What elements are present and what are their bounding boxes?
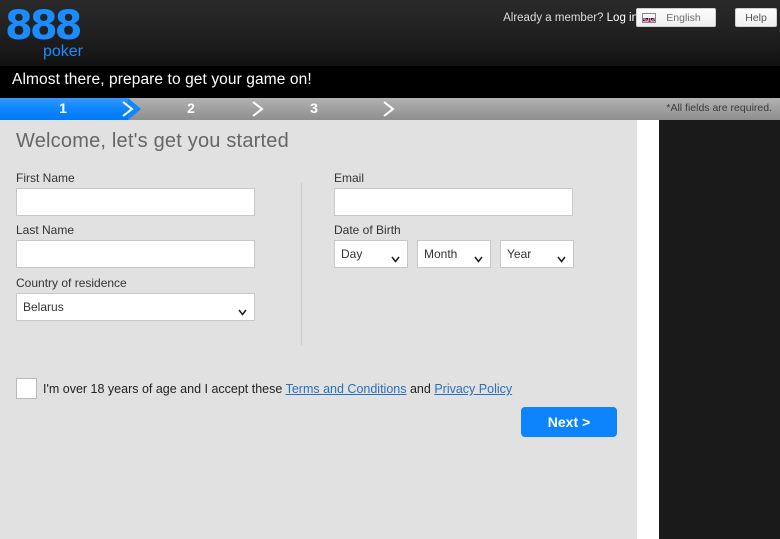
- terms-text-between: and: [409, 382, 431, 396]
- member-prompt-label: Already a member?: [503, 12, 604, 24]
- step-3-number[interactable]: 3: [302, 100, 326, 116]
- privacy-policy-link[interactable]: Privacy Policy: [434, 382, 512, 396]
- step-2-number[interactable]: 2: [179, 100, 203, 116]
- dob-year-select[interactable]: Year: [500, 240, 574, 268]
- dob-day-wrap: Day: [334, 240, 408, 268]
- progress-step-bar: 1 2 3 *All fields are required.: [0, 98, 780, 120]
- panel-gap: [637, 120, 659, 539]
- terms-text-before: I'm over 18 years of age and I accept th…: [43, 382, 283, 396]
- form-panel: [0, 120, 637, 539]
- language-label: English: [666, 11, 701, 24]
- last-name-label: Last Name: [16, 223, 75, 237]
- dob-month-wrap: Month: [417, 240, 491, 268]
- member-prompt: Already a member? Log in: [503, 10, 638, 26]
- first-name-label: First Name: [16, 171, 75, 185]
- brand-logo[interactable]: 888 poker: [5, 6, 85, 64]
- signup-page: 888 poker Already a member? Log in Engli…: [0, 0, 780, 539]
- email-input[interactable]: [334, 188, 573, 216]
- logo-888-text: 888: [5, 3, 83, 49]
- terms-acceptance-text: I'm over 18 years of age and I accept th…: [43, 382, 512, 396]
- email-label: Email: [334, 171, 365, 185]
- step-1-number[interactable]: 1: [51, 100, 75, 116]
- dob-day-select[interactable]: Day: [334, 240, 408, 268]
- column-divider: [301, 183, 302, 345]
- dob-month-select[interactable]: Month: [417, 240, 491, 268]
- next-button[interactable]: Next >: [521, 407, 617, 437]
- last-name-input[interactable]: [16, 240, 255, 268]
- site-header: 888 poker Already a member? Log in Engli…: [0, 0, 780, 66]
- promo-banner: Almost there, prepare to get your game o…: [0, 66, 780, 98]
- country-select-wrap: Belarus: [16, 293, 255, 321]
- terms-and-conditions-link[interactable]: Terms and Conditions: [286, 382, 407, 396]
- help-button[interactable]: Help: [735, 8, 777, 27]
- page-title: Welcome, let's get you started: [16, 130, 289, 152]
- promo-banner-text: Almost there, prepare to get your game o…: [12, 71, 312, 88]
- country-select[interactable]: Belarus: [16, 293, 255, 321]
- step-chevron-1-icon: [120, 100, 136, 118]
- country-label: Country of residence: [16, 276, 127, 290]
- side-black-panel: [659, 120, 780, 539]
- date-of-birth-label: Date of Birth: [334, 223, 401, 237]
- first-name-input[interactable]: [16, 188, 255, 216]
- language-selector[interactable]: English: [636, 8, 716, 27]
- uk-flag-icon: [642, 12, 656, 23]
- step-chevron-2-icon: [250, 100, 266, 118]
- login-link[interactable]: Log in: [607, 12, 638, 24]
- help-label: Help: [745, 11, 767, 24]
- dob-year-wrap: Year: [500, 240, 574, 268]
- age-terms-checkbox[interactable]: [16, 378, 37, 399]
- step-chevron-3-icon: [381, 100, 397, 118]
- required-fields-note: *All fields are required.: [666, 102, 772, 114]
